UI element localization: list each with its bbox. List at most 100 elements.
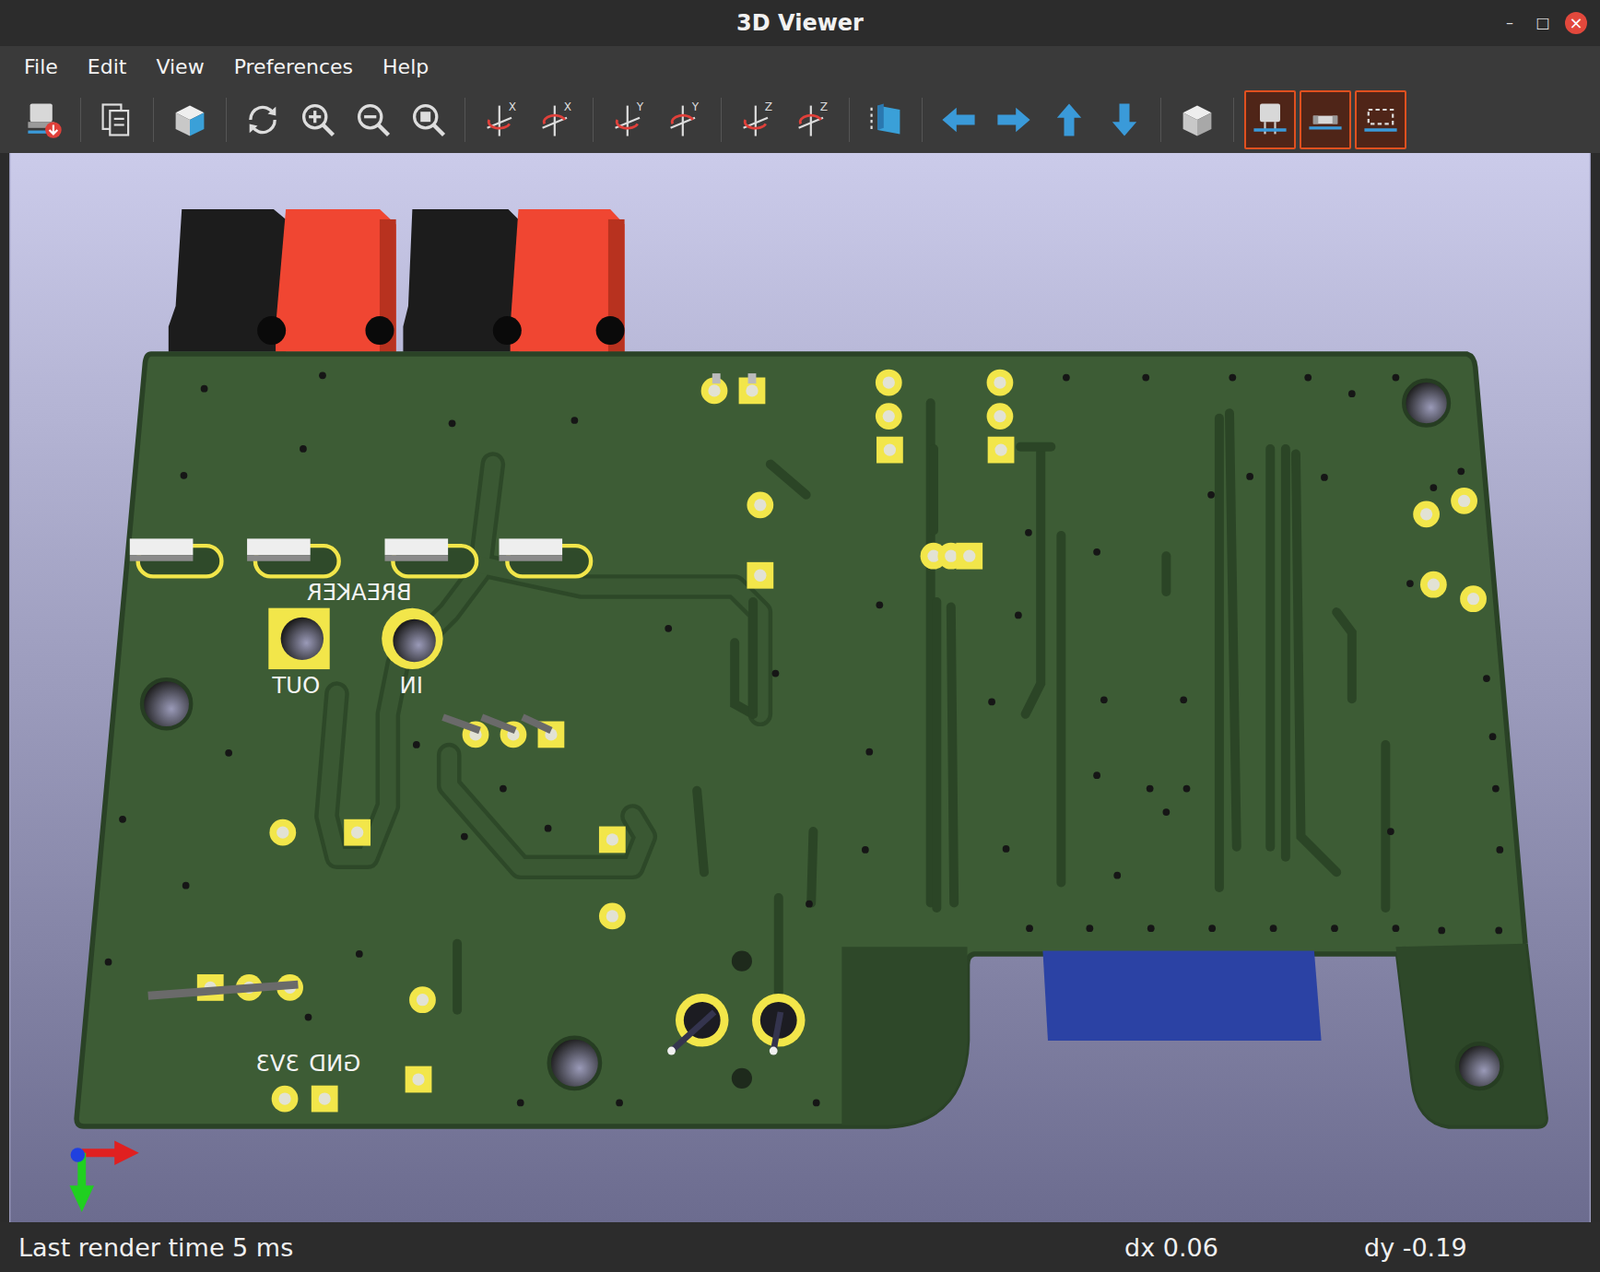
silkscreen-label: BREAKER — [306, 578, 412, 606]
menu-item[interactable]: View — [141, 55, 219, 79]
toolbar-button[interactable] — [347, 90, 400, 150]
toolbar-button[interactable]: Z — [731, 90, 784, 150]
slot-pad — [385, 538, 478, 577]
axis-gizmo-icon — [69, 1140, 139, 1212]
slot-pad — [129, 538, 223, 577]
axis-label: X — [564, 100, 572, 114]
toolbar-button[interactable] — [1098, 90, 1151, 150]
terminal-block — [168, 209, 397, 353]
toolbar-button[interactable] — [1244, 90, 1296, 150]
pcb-render: BREAKER OUT IN 3V3 GND — [9, 152, 1591, 1223]
up-icon — [1048, 99, 1090, 141]
toolbar-button[interactable] — [932, 90, 985, 150]
window-controls: –□ × — [1498, 11, 1600, 35]
toolbar-separator — [152, 97, 154, 142]
toolbar-button[interactable] — [18, 90, 71, 150]
board-edge — [1395, 943, 1546, 1126]
toolbar-separator — [80, 97, 82, 142]
menu-item[interactable]: File — [9, 55, 73, 79]
toolbar-button[interactable] — [91, 90, 143, 150]
menu-bar: FileEditViewPreferencesHelp — [0, 46, 1600, 87]
toolbar-separator — [848, 97, 850, 142]
toolbar-button[interactable] — [236, 90, 289, 150]
axis-label: Z — [820, 100, 828, 114]
axis-label: Y — [691, 100, 700, 114]
slot-pad — [498, 538, 591, 577]
vias — [105, 371, 1505, 1106]
toolbar-button[interactable]: Y — [603, 90, 656, 150]
toolbar-button[interactable]: X — [530, 90, 583, 150]
axis-label: X — [508, 100, 517, 114]
toolbar-button[interactable] — [164, 90, 216, 150]
toolbar-separator — [225, 97, 227, 142]
toolbar-button[interactable] — [859, 90, 912, 150]
component-leads — [148, 373, 781, 1055]
menu-item[interactable]: Help — [367, 55, 444, 79]
tht-icon — [1249, 99, 1291, 141]
pcb-board — [76, 353, 1546, 1127]
rotccw-icon: Y — [664, 99, 706, 141]
toolbar-button[interactable] — [1043, 90, 1095, 150]
toolbar-button[interactable] — [1299, 90, 1352, 150]
toolbar-button[interactable]: Z — [787, 90, 839, 150]
axis-label: Y — [635, 100, 645, 114]
status-bar: Last render time 5 msdx 0.06dy -0.19 — [0, 1222, 1600, 1272]
toolbar-button[interactable] — [1354, 90, 1407, 150]
silkscreen-label: 3V3 — [255, 1049, 300, 1077]
toolbar-separator — [921, 97, 923, 142]
zoomin-icon — [297, 99, 339, 141]
toolbar-button[interactable] — [402, 90, 455, 150]
rotcw-icon: X — [481, 99, 522, 141]
title-bar: 3D Viewer –□ × — [0, 0, 1600, 47]
window-control-button[interactable]: × — [1564, 11, 1588, 35]
toolbar-separator — [1233, 97, 1235, 142]
left-icon — [938, 99, 979, 141]
export-icon — [23, 99, 65, 141]
traces — [326, 402, 1386, 1021]
board-edge — [841, 946, 967, 1126]
axis-label: Z — [764, 100, 773, 114]
ortho-icon — [1176, 99, 1218, 141]
flip-icon — [865, 99, 906, 141]
toolbar-separator — [720, 97, 722, 142]
rotccw-icon: X — [536, 99, 577, 141]
window-control-button[interactable]: – — [1498, 11, 1521, 35]
silkscreen-label: IN — [400, 671, 424, 699]
right-icon — [993, 99, 1035, 141]
toolbar-button[interactable]: X — [475, 90, 528, 150]
window-control-button[interactable]: □ — [1531, 11, 1554, 35]
toolbar-button[interactable] — [988, 90, 1040, 150]
pads — [197, 369, 1487, 1113]
window-title: 3D Viewer — [736, 10, 864, 36]
virtual-icon — [1360, 99, 1401, 141]
zoomout-icon — [352, 99, 394, 141]
view3d-icon — [169, 99, 211, 141]
toolbar-button[interactable] — [1171, 90, 1224, 150]
toolbar-button[interactable]: Y — [658, 90, 711, 150]
status-dx: dx 0.06 — [1124, 1233, 1365, 1262]
rotcw-icon: Y — [609, 99, 650, 141]
3d-canvas[interactable]: BREAKER OUT IN 3V3 GND — [9, 152, 1591, 1223]
rotccw-icon: Z — [792, 99, 834, 141]
mounting-holes — [141, 380, 1502, 1089]
smd-icon — [1305, 99, 1346, 141]
toolbar-separator — [464, 97, 466, 142]
canvas-background — [10, 152, 1589, 1223]
toolbar-separator — [1160, 97, 1162, 142]
silkscreen-label: GND — [308, 1049, 361, 1077]
toolbar-button[interactable] — [292, 90, 344, 150]
rotcw-icon: Z — [737, 99, 778, 141]
down-icon — [1104, 99, 1145, 141]
toolbar: XXYYZZ — [0, 86, 1600, 153]
menu-item[interactable]: Preferences — [219, 55, 368, 79]
viewer-window: 3D Viewer –□ × FileEditViewPreferencesHelp X… — [0, 0, 1600, 1272]
silkscreen-label: OUT — [271, 671, 320, 699]
slot-pad — [247, 538, 340, 577]
terminal-blocks — [168, 209, 625, 353]
toolbar-separator — [592, 97, 594, 142]
bottom-component — [1042, 951, 1321, 1041]
zoomfit-icon — [408, 99, 449, 141]
reload-icon — [242, 99, 283, 141]
terminal-block — [402, 209, 624, 353]
menu-item[interactable]: Edit — [72, 55, 142, 79]
